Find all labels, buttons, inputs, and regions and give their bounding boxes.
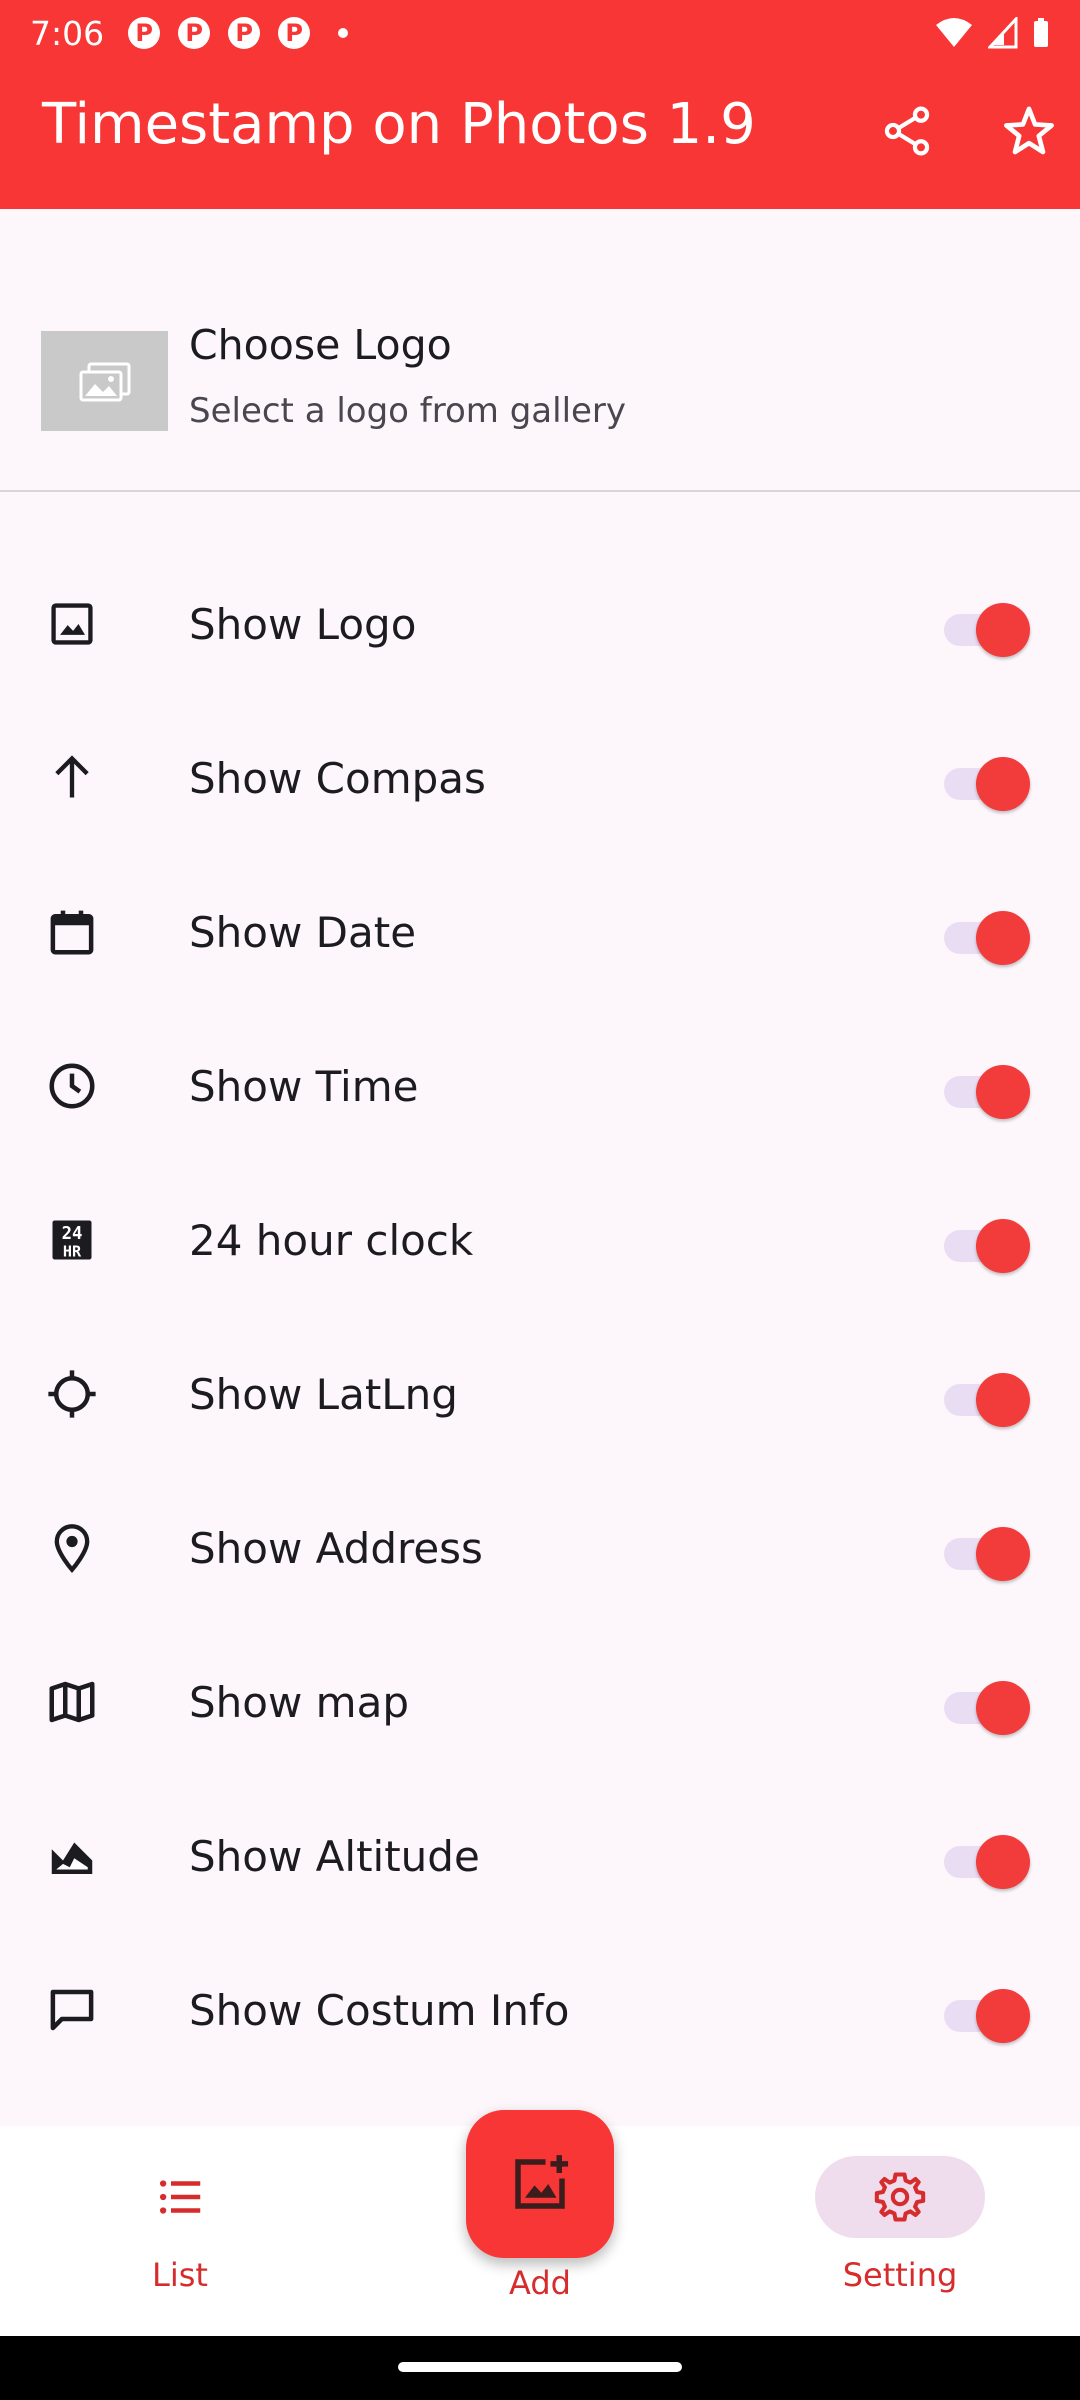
star-icon bbox=[1004, 106, 1054, 155]
chat-bubble-icon bbox=[40, 1978, 104, 2042]
setting-label: 24 hour clock bbox=[189, 1216, 474, 1265]
show-date-toggle[interactable] bbox=[944, 911, 1030, 965]
setting-row-show-time[interactable]: Show Time bbox=[0, 1014, 1080, 1168]
nav-list-tab[interactable]: List bbox=[100, 2126, 260, 2336]
add-photo-icon bbox=[515, 2155, 569, 2209]
battery-icon bbox=[1034, 18, 1048, 47]
setting-row-show-compas[interactable]: Show Compas bbox=[0, 706, 1080, 860]
pinterest-notification-icon: P bbox=[228, 17, 261, 49]
setting-label: Show map bbox=[189, 1678, 409, 1727]
show-logo-toggle[interactable] bbox=[944, 603, 1030, 657]
setting-label: Show Logo bbox=[189, 600, 417, 649]
status-time: 7:06 bbox=[30, 13, 105, 53]
choose-logo-item[interactable]: Choose Logo Select a logo from gallery bbox=[0, 209, 1080, 491]
setting-label: Show Address bbox=[189, 1524, 483, 1573]
more-notifications-dot-icon bbox=[338, 28, 349, 38]
calendar-icon bbox=[40, 900, 104, 964]
nav-add-label: Add bbox=[509, 2264, 571, 2302]
wifi-icon bbox=[936, 18, 972, 47]
show-address-toggle[interactable] bbox=[944, 1527, 1030, 1581]
home-gesture-handle[interactable] bbox=[398, 2362, 682, 2372]
altitude-icon bbox=[40, 1824, 104, 1888]
setting-row-show-date[interactable]: Show Date bbox=[0, 860, 1080, 1014]
choose-logo-title: Choose Logo bbox=[189, 321, 452, 369]
screen: 7:06 P P P P Timestamp on Photos 1.9 Cho… bbox=[0, 0, 1080, 2400]
show-latlng-toggle[interactable] bbox=[944, 1373, 1030, 1427]
app-title: Timestamp on Photos 1.9 bbox=[42, 92, 756, 157]
logo-placeholder-image bbox=[41, 331, 168, 431]
notification-icons: P P P P bbox=[128, 17, 349, 49]
setting-row-show-logo[interactable]: Show Logo bbox=[0, 552, 1080, 706]
setting-row-show-costum-info[interactable]: Show Costum Info bbox=[0, 1938, 1080, 2092]
setting-label: Show LatLng bbox=[189, 1370, 458, 1419]
svg-text:24: 24 bbox=[62, 1224, 83, 1244]
location-pin-icon bbox=[40, 1516, 104, 1580]
nav-list-label: List bbox=[152, 2256, 208, 2294]
image-icon bbox=[40, 592, 104, 656]
settings-list: Show Logo Show Compas Show Date Show Tim… bbox=[0, 552, 1080, 2092]
setting-label: Show Costum Info bbox=[189, 1986, 570, 2035]
show-costum-info-toggle[interactable] bbox=[944, 1989, 1030, 2043]
arrow-up-icon bbox=[40, 746, 104, 810]
24-hour-clock-toggle[interactable] bbox=[944, 1219, 1030, 1273]
photos-icon bbox=[79, 362, 130, 402]
setting-row-show-altitude[interactable]: Show Altitude bbox=[0, 1784, 1080, 1938]
map-icon bbox=[40, 1670, 104, 1734]
setting-row-show-latlng[interactable]: Show LatLng bbox=[0, 1322, 1080, 1476]
setting-label: Show Compas bbox=[189, 754, 486, 803]
pinterest-notification-icon: P bbox=[178, 17, 211, 49]
clock-icon bbox=[40, 1054, 104, 1118]
rate-button[interactable] bbox=[994, 96, 1064, 166]
system-navigation-bar bbox=[0, 2336, 1080, 2400]
status-bar: 7:06 P P P P bbox=[0, 0, 1080, 66]
show-time-toggle[interactable] bbox=[944, 1065, 1030, 1119]
crosshair-icon bbox=[40, 1362, 104, 1426]
pinterest-notification-icon: P bbox=[128, 17, 161, 49]
cell-signal-icon bbox=[988, 17, 1018, 49]
nav-setting-label: Setting bbox=[842, 2256, 958, 2294]
share-icon bbox=[884, 106, 930, 156]
svg-text:HR: HR bbox=[63, 1242, 82, 1260]
nav-setting-tab[interactable]: Setting bbox=[800, 2126, 1000, 2336]
setting-row-24-hour-clock[interactable]: 24 HR 24 hour clock bbox=[0, 1168, 1080, 1322]
divider bbox=[0, 490, 1080, 492]
setting-label: Show Altitude bbox=[189, 1832, 480, 1881]
app-bar: 7:06 P P P P Timestamp on Photos 1.9 bbox=[0, 0, 1080, 209]
show-map-toggle[interactable] bbox=[944, 1681, 1030, 1735]
share-button[interactable] bbox=[872, 96, 942, 166]
gear-icon bbox=[815, 2156, 985, 2238]
add-photo-fab[interactable] bbox=[466, 2110, 614, 2258]
setting-label: Show Date bbox=[189, 908, 417, 957]
status-right bbox=[934, 17, 1050, 49]
pinterest-notification-icon: P bbox=[278, 17, 311, 49]
app-bar-actions bbox=[872, 96, 1064, 166]
setting-label: Show Time bbox=[189, 1062, 419, 1111]
show-altitude-toggle[interactable] bbox=[944, 1835, 1030, 1889]
show-compas-toggle[interactable] bbox=[944, 757, 1030, 811]
setting-row-show-address[interactable]: Show Address bbox=[0, 1476, 1080, 1630]
setting-row-show-map[interactable]: Show map bbox=[0, 1630, 1080, 1784]
24h-clock-icon: 24 HR bbox=[40, 1208, 104, 1272]
choose-logo-subtitle: Select a logo from gallery bbox=[189, 391, 627, 431]
list-icon bbox=[95, 2156, 265, 2238]
